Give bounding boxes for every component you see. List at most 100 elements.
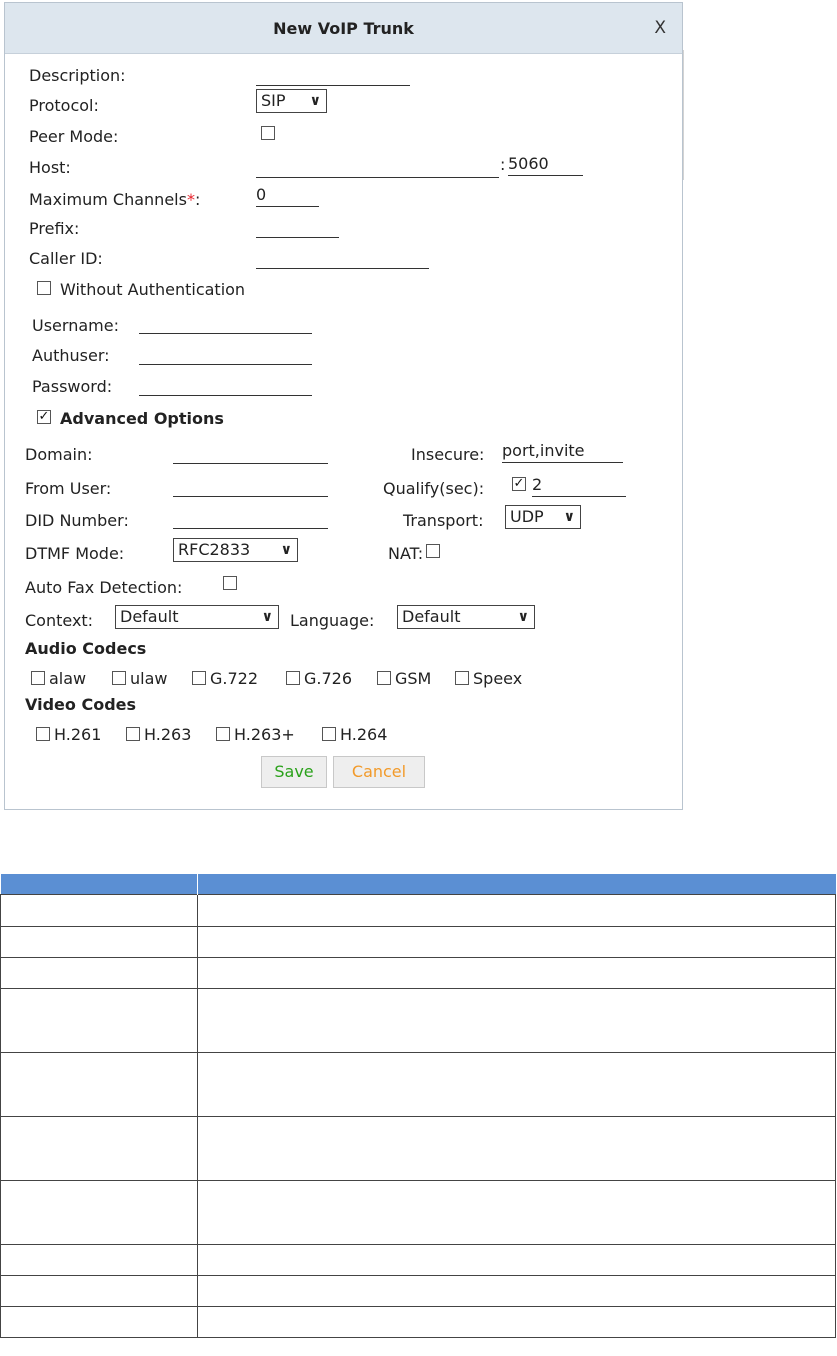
- close-icon[interactable]: X: [654, 18, 666, 38]
- table-cell: [196, 894, 836, 927]
- host-port-separator: :: [500, 155, 506, 174]
- table-cell: [0, 926, 198, 958]
- chevron-down-icon: ∨: [517, 609, 529, 625]
- transport-select[interactable]: UDP ∨: [505, 505, 581, 529]
- from-user-input[interactable]: [173, 474, 328, 497]
- video-codec-checkbox[interactable]: [322, 727, 336, 741]
- advanced-options-checkbox[interactable]: ✓: [37, 410, 51, 424]
- domain-input[interactable]: [173, 441, 328, 464]
- table-row: [0, 1275, 836, 1307]
- dialog-title-bar: New VoIP Trunk X: [5, 3, 682, 54]
- host-port-input[interactable]: 5060: [508, 153, 583, 176]
- prefix-label: Prefix:: [29, 219, 80, 238]
- insecure-input[interactable]: port,invite: [502, 440, 623, 463]
- table-cell: [0, 957, 198, 989]
- chevron-down-icon: ∨: [309, 93, 321, 109]
- host-port-value: 5060: [508, 154, 549, 173]
- domain-label: Domain:: [25, 445, 93, 464]
- table-cell: [196, 1116, 836, 1181]
- table-cell: [0, 1116, 198, 1181]
- qualify-value: 2: [532, 475, 543, 494]
- language-label: Language:: [290, 611, 375, 630]
- video-codec-label: H.263+: [234, 725, 295, 744]
- audio-codec-checkbox[interactable]: [31, 671, 45, 685]
- table-header-row: [0, 874, 836, 895]
- did-number-input[interactable]: [173, 506, 328, 529]
- peer-mode-checkbox[interactable]: [261, 126, 275, 140]
- video-codec-checkbox[interactable]: [126, 727, 140, 741]
- table-row: [0, 1116, 836, 1181]
- audio-codec-label: ulaw: [130, 669, 168, 688]
- password-input[interactable]: [139, 373, 312, 396]
- table-cell: [0, 1052, 198, 1117]
- table-cell: [0, 1180, 198, 1245]
- max-channels-label: Maximum Channels*:: [29, 190, 200, 209]
- max-channels-value: 0: [256, 185, 267, 204]
- audio-codec-checkbox[interactable]: [377, 671, 391, 685]
- table-row: [0, 1306, 836, 1338]
- audio-codec-checkbox[interactable]: [112, 671, 126, 685]
- save-button[interactable]: Save: [261, 756, 327, 788]
- table-header-cell: [196, 874, 836, 895]
- host-input[interactable]: [256, 155, 499, 178]
- max-channels-input[interactable]: 0: [256, 184, 319, 207]
- audio-codec-label: alaw: [49, 669, 87, 688]
- username-input[interactable]: [139, 311, 312, 334]
- audio-codec-label: G.722: [210, 669, 259, 688]
- language-select-value: Default: [402, 607, 461, 626]
- qualify-checkbox[interactable]: ✓: [512, 477, 526, 491]
- prefix-input[interactable]: [256, 215, 339, 238]
- video-codec-checkbox[interactable]: [216, 727, 230, 741]
- context-select[interactable]: Default ∨: [115, 605, 279, 629]
- table-cell: [196, 1244, 836, 1276]
- language-select[interactable]: Default ∨: [397, 605, 535, 629]
- video-codec-checkbox[interactable]: [36, 727, 50, 741]
- table-header-cell: [0, 874, 197, 895]
- protocol-label: Protocol:: [29, 96, 99, 115]
- table-cell: [196, 1306, 836, 1338]
- authuser-label: Authuser:: [32, 346, 110, 365]
- transport-select-value: UDP: [510, 507, 544, 526]
- table-cell: [196, 926, 836, 958]
- protocol-select[interactable]: SIP ∨: [256, 89, 327, 113]
- audio-codec-checkbox[interactable]: [192, 671, 206, 685]
- max-channels-label-text: Maximum Channels: [29, 190, 187, 209]
- audio-codec-label: Speex: [473, 669, 523, 688]
- auto-fax-detection-checkbox[interactable]: [223, 576, 237, 590]
- cancel-button[interactable]: Cancel: [333, 756, 425, 788]
- password-label: Password:: [32, 377, 113, 396]
- table-cell: [0, 1306, 198, 1338]
- caller-id-input[interactable]: [256, 246, 429, 269]
- audio-codec-checkbox[interactable]: [455, 671, 469, 685]
- from-user-label: From User:: [25, 479, 112, 498]
- table-row: [0, 957, 836, 989]
- table-cell: [196, 988, 836, 1053]
- table-row: [0, 926, 836, 958]
- audio-codec-label: GSM: [395, 669, 432, 688]
- without-authentication-checkbox[interactable]: [37, 281, 51, 295]
- qualify-label: Qualify(sec):: [383, 479, 485, 498]
- table-row: [0, 1180, 836, 1245]
- table-cell: [196, 957, 836, 989]
- host-label: Host:: [29, 158, 71, 177]
- peer-mode-label: Peer Mode:: [29, 127, 119, 146]
- did-number-label: DID Number:: [25, 511, 129, 530]
- table-row: [0, 1052, 836, 1117]
- authuser-input[interactable]: [139, 342, 312, 365]
- qualify-input[interactable]: 2: [532, 474, 626, 497]
- table-cell: [0, 1244, 198, 1276]
- nat-checkbox[interactable]: [426, 544, 440, 558]
- table-cell: [196, 1052, 836, 1117]
- audio-codec-checkbox[interactable]: [286, 671, 300, 685]
- dtmf-mode-select[interactable]: RFC2833 ∨: [173, 538, 298, 562]
- chevron-down-icon: ∨: [563, 509, 575, 525]
- advanced-options-label: Advanced Options: [60, 409, 224, 428]
- dialog-title: New VoIP Trunk: [273, 19, 414, 38]
- auto-fax-detection-label: Auto Fax Detection:: [25, 578, 183, 597]
- chevron-down-icon: ∨: [261, 609, 273, 625]
- insecure-label: Insecure:: [411, 445, 485, 464]
- table-row: [0, 1244, 836, 1276]
- transport-label: Transport:: [403, 511, 484, 530]
- max-channels-colon: :: [194, 190, 201, 209]
- description-input[interactable]: [256, 63, 410, 86]
